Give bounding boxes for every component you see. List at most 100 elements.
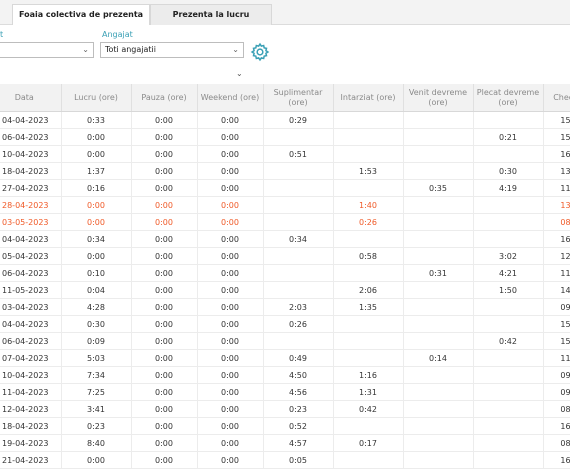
cell-plecat-devreme	[473, 196, 544, 214]
cell-venit-devreme	[403, 162, 474, 180]
cell-plecat-devreme	[473, 383, 544, 401]
attendance-table: Data Lucru (ore) Pauza (ore) Weekend (or…	[0, 84, 570, 469]
cell-lucru: 0:00	[61, 247, 132, 265]
cell-check: 12	[543, 247, 570, 265]
employee-label: Angajat	[102, 30, 133, 39]
table-row[interactable]: 11-04-2023 7:25 0:00 0:00 4:56 1:31 09	[0, 383, 570, 401]
cell-weekend: 0:00	[197, 128, 264, 146]
cell-pauza: 0:00	[131, 451, 198, 469]
table-row[interactable]: 11-05-2023 0:04 0:00 0:00 2:06 1:50 14	[0, 281, 570, 299]
col-header-pauza[interactable]: Pauza (ore)	[131, 84, 198, 112]
cell-check: 15	[543, 332, 570, 350]
col-header-intarziat[interactable]: Intarziat (ore)	[333, 84, 404, 112]
chevron-down-icon[interactable]: ⌄	[236, 69, 243, 78]
cell-suplimentar: 0:29	[263, 111, 334, 129]
cell-intarziat	[333, 145, 404, 163]
cell-suplimentar	[263, 281, 334, 299]
cell-check: 13	[543, 162, 570, 180]
cell-plecat-devreme: 1:50	[473, 281, 544, 299]
tab-prezenta-la-lucru[interactable]: Prezenta la lucru	[150, 4, 272, 25]
cell-date: 07-04-2023	[0, 349, 62, 367]
employee-select[interactable]: Toti angajatii ⌄	[100, 42, 244, 58]
table-row[interactable]: 03-05-2023 0:00 0:00 0:00 0:26 08	[0, 213, 570, 231]
cell-lucru: 0:30	[61, 315, 132, 333]
cell-weekend: 0:00	[197, 213, 264, 231]
cell-date: 05-04-2023	[0, 247, 62, 265]
col-header-venit-devreme[interactable]: Venit devreme (ore)	[403, 84, 474, 112]
table-row[interactable]: 19-04-2023 8:40 0:00 0:00 4:57 0:17 08	[0, 434, 570, 452]
table-row[interactable]: 10-04-2023 7:34 0:00 0:00 4:50 1:16 09	[0, 366, 570, 384]
cell-date: 12-04-2023	[0, 400, 62, 418]
table-row[interactable]: 18-04-2023 1:37 0:00 0:00 1:53 0:30 13	[0, 162, 570, 180]
cell-date: 11-04-2023	[0, 383, 62, 401]
chevron-down-icon: ⌄	[232, 45, 239, 54]
cell-plecat-devreme	[473, 417, 544, 435]
table-row[interactable]: 06-04-2023 0:09 0:00 0:00 0:42 15	[0, 332, 570, 350]
cell-check: 16	[543, 451, 570, 469]
cell-date: 19-04-2023	[0, 434, 62, 452]
cell-lucru: 0:16	[61, 179, 132, 197]
col-header-plecat-devreme[interactable]: Plecat devreme (ore)	[473, 84, 544, 112]
cell-intarziat: 1:40	[333, 196, 404, 214]
table-row[interactable]: 04-04-2023 0:34 0:00 0:00 0:34 16	[0, 230, 570, 248]
table-row[interactable]: 18-04-2023 0:23 0:00 0:00 0:52 16	[0, 417, 570, 435]
cell-check: 13	[543, 196, 570, 214]
cell-date: 04-04-2023	[0, 315, 62, 333]
cell-lucru: 0:04	[61, 281, 132, 299]
cell-pauza: 0:00	[131, 298, 198, 316]
col-header-lucru[interactable]: Lucru (ore)	[61, 84, 132, 112]
cell-weekend: 0:00	[197, 196, 264, 214]
table-row[interactable]: 03-04-2023 4:28 0:00 0:00 2:03 1:35 09	[0, 298, 570, 316]
cell-intarziat	[333, 417, 404, 435]
cell-lucru: 4:28	[61, 298, 132, 316]
cell-date: 18-04-2023	[0, 162, 62, 180]
col-header-weekend[interactable]: Weekend (ore)	[197, 84, 264, 112]
cell-plecat-devreme	[473, 230, 544, 248]
cell-intarziat	[333, 230, 404, 248]
cell-plecat-devreme	[473, 434, 544, 452]
cell-pauza: 0:00	[131, 247, 198, 265]
tab-foaia-colectiva[interactable]: Foaia colectiva de prezenta	[12, 4, 150, 25]
table-row[interactable]: 04-04-2023 0:30 0:00 0:00 0:26 15	[0, 315, 570, 333]
cell-date: 03-05-2023	[0, 213, 62, 231]
chevron-down-icon: ⌄	[82, 45, 89, 54]
table-row[interactable]: 10-04-2023 0:00 0:00 0:00 0:51 16	[0, 145, 570, 163]
cell-pauza: 0:00	[131, 417, 198, 435]
cell-lucru: 7:34	[61, 366, 132, 384]
cell-plecat-devreme: 0:42	[473, 332, 544, 350]
table-row[interactable]: 27-04-2023 0:16 0:00 0:00 0:35 4:19 11	[0, 179, 570, 197]
cell-intarziat	[333, 128, 404, 146]
table-row[interactable]: 04-04-2023 0:33 0:00 0:00 0:29 15	[0, 111, 570, 129]
cell-weekend: 0:00	[197, 383, 264, 401]
cell-date: 04-04-2023	[0, 230, 62, 248]
left-filter-select[interactable]: ⌄	[0, 42, 94, 58]
cell-pauza: 0:00	[131, 332, 198, 350]
table-row[interactable]: 05-04-2023 0:00 0:00 0:00 0:58 3:02 12	[0, 247, 570, 265]
cell-weekend: 0:00	[197, 179, 264, 197]
attendance-grid: Data Lucru (ore) Pauza (ore) Weekend (or…	[0, 84, 570, 470]
table-row[interactable]: 07-04-2023 5:03 0:00 0:00 0:49 0:14 11	[0, 349, 570, 367]
left-filter-label: t	[0, 30, 4, 39]
cell-suplimentar	[263, 264, 334, 282]
col-header-check[interactable]: Check	[543, 84, 570, 112]
gear-icon[interactable]	[250, 42, 270, 62]
cell-lucru: 8:40	[61, 434, 132, 452]
cell-date: 21-04-2023	[0, 451, 62, 469]
table-row[interactable]: 12-04-2023 3:41 0:00 0:00 0:23 0:42 08	[0, 400, 570, 418]
cell-venit-devreme	[403, 315, 474, 333]
table-row[interactable]: 21-04-2023 0:00 0:00 0:00 0:05 16	[0, 451, 570, 469]
table-row[interactable]: 06-04-2023 0:00 0:00 0:00 0:21 15	[0, 128, 570, 146]
cell-lucru: 0:00	[61, 213, 132, 231]
col-header-suplimentar[interactable]: Suplimentar (ore)	[263, 84, 334, 112]
cell-date: 06-04-2023	[0, 332, 62, 350]
cell-venit-devreme	[403, 417, 474, 435]
cell-suplimentar: 0:26	[263, 315, 334, 333]
cell-check: 11	[543, 264, 570, 282]
cell-lucru: 0:09	[61, 332, 132, 350]
cell-venit-devreme	[403, 434, 474, 452]
cell-suplimentar: 0:23	[263, 400, 334, 418]
col-header-data[interactable]: Data	[0, 84, 62, 112]
table-row[interactable]: 28-04-2023 0:00 0:00 0:00 1:40 13	[0, 196, 570, 214]
table-row[interactable]: 06-04-2023 0:10 0:00 0:00 0:31 4:21 11	[0, 264, 570, 282]
cell-plecat-devreme: 4:21	[473, 264, 544, 282]
